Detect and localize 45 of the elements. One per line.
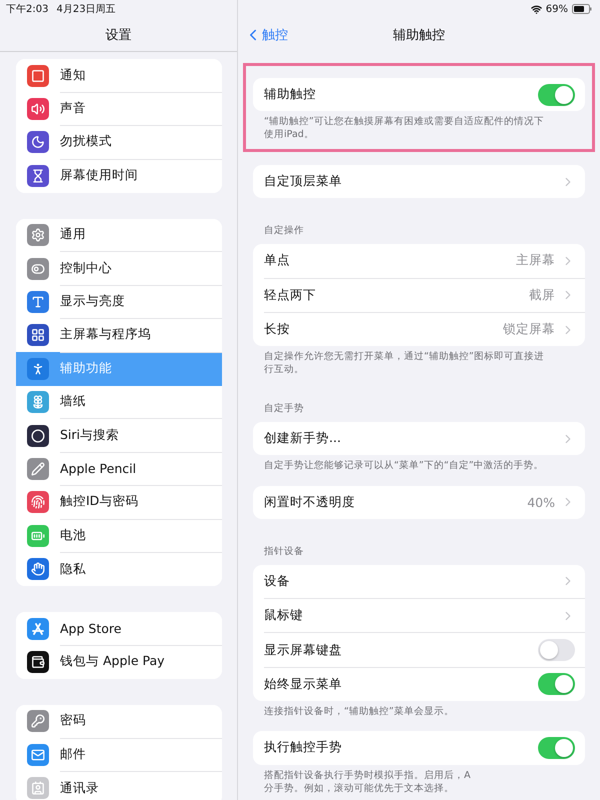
- setting-label: 轻点两下: [264, 286, 317, 304]
- setting-label: 创建新手势...: [264, 430, 342, 447]
- toggle-switch[interactable]: [538, 673, 575, 696]
- setting-value: 锁定屏幕: [503, 321, 555, 338]
- setting-label: 单点: [264, 252, 291, 270]
- setting-label: 长按: [264, 321, 291, 338]
- settings-row[interactable]: 设备: [264, 564, 585, 600]
- setting-label: 设备: [264, 572, 291, 590]
- setting-label: 辅助触控: [264, 86, 317, 104]
- settings-row[interactable]: 单点 主屏幕: [264, 244, 585, 279]
- setting-value: 主屏幕: [516, 252, 555, 270]
- section-footer: “辅助触控”可让您在触摸屏幕有困难或需要自适应配件的情况下使用iPad。: [253, 111, 585, 141]
- setting-label: 执行触控手势: [264, 739, 343, 756]
- settings-row[interactable]: 轻点两下 截屏: [264, 278, 585, 313]
- section-footer: 自定操作允许您无需打开菜单，通过“辅助触控”图标即可直接进行互动。: [253, 346, 585, 376]
- settings-row[interactable]: 创建新手势...: [264, 422, 585, 456]
- setting-label: 闲置时不透明度: [264, 494, 356, 511]
- settings-row[interactable]: 鼠标键: [264, 599, 585, 634]
- footer-line: 搭配指针设备执行手势时模拟手指。启用后，A: [263, 768, 472, 782]
- battery-percent: 69%: [546, 4, 568, 14]
- section-footer: 连接指针设备时，“辅助触控”菜单会显示。: [253, 700, 585, 718]
- setting-value: 40%: [527, 494, 555, 510]
- setting-value: 截屏: [529, 286, 555, 304]
- setting-label: 始终显示菜单: [264, 676, 343, 693]
- wifi-icon: [530, 4, 542, 14]
- setting-label: 鼠标键: [264, 607, 304, 624]
- section-footer: 自定手势让您能够记录可以从“菜单”下的“自定”中激活的手势。: [253, 455, 585, 472]
- toggle-switch[interactable]: [538, 736, 575, 759]
- status-time: 下午2:03: [6, 3, 48, 16]
- section-header: 自定操作: [263, 225, 305, 238]
- battery-icon: [572, 4, 592, 14]
- settings-row[interactable]: 自定顶层菜单: [264, 164, 585, 198]
- toggle-switch[interactable]: [538, 84, 575, 106]
- setting-label: 显示屏幕键盘: [264, 642, 343, 659]
- settings-row[interactable]: 闲置时不透明度 40%: [264, 486, 585, 519]
- status-date: 4月23日周五: [56, 3, 116, 16]
- toggle-switch[interactable]: [538, 639, 575, 662]
- footer-line: 分手势。例如，滚动可能优先于文本选择。: [263, 782, 455, 796]
- section-header: 自定手势: [263, 402, 305, 416]
- settings-row[interactable]: 长按 锁定屏幕: [264, 312, 585, 346]
- section-header: 指针设备: [263, 546, 305, 559]
- back-link[interactable]: 触控: [244, 18, 288, 51]
- page-title: 辅助触控: [393, 26, 445, 44]
- setting-label: 自定顶层菜单: [264, 173, 343, 190]
- sidebar-title: 设置: [106, 26, 132, 44]
